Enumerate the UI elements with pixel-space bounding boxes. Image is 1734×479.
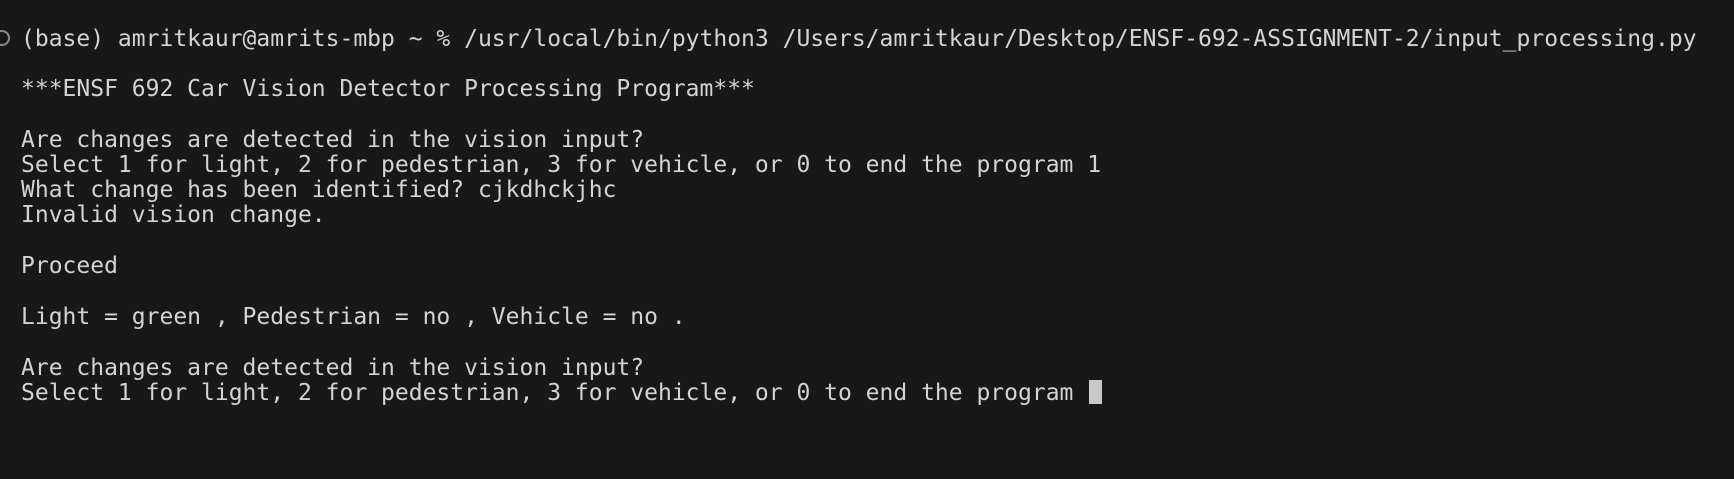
command-line: (base) amritkaur@amrits-mbp ~ % /usr/loc…: [21, 26, 1697, 52]
output-line: Are changes are detected in the vision i…: [21, 127, 645, 153]
output-line: Proceed: [21, 253, 118, 279]
text-cursor[interactable]: [1089, 380, 1103, 404]
output-line: Light = green , Pedestrian = no , Vehicl…: [21, 304, 686, 330]
input-prompt-text: Select 1 for light, 2 for pedestrian, 3 …: [21, 380, 1088, 406]
input-prompt-line[interactable]: Select 1 for light, 2 for pedestrian, 3 …: [21, 379, 1103, 407]
terminal-window[interactable]: (base) amritkaur@amrits-mbp ~ % /usr/loc…: [0, 0, 1734, 479]
output-line: Invalid vision change.: [21, 202, 326, 228]
command-status-circle-icon[interactable]: [0, 30, 10, 46]
program-title-line: ***ENSF 692 Car Vision Detector Processi…: [21, 76, 755, 102]
output-line: Are changes are detected in the vision i…: [21, 355, 645, 381]
output-line: Select 1 for light, 2 for pedestrian, 3 …: [21, 152, 1102, 178]
output-line: What change has been identified? cjkdhck…: [21, 177, 617, 203]
